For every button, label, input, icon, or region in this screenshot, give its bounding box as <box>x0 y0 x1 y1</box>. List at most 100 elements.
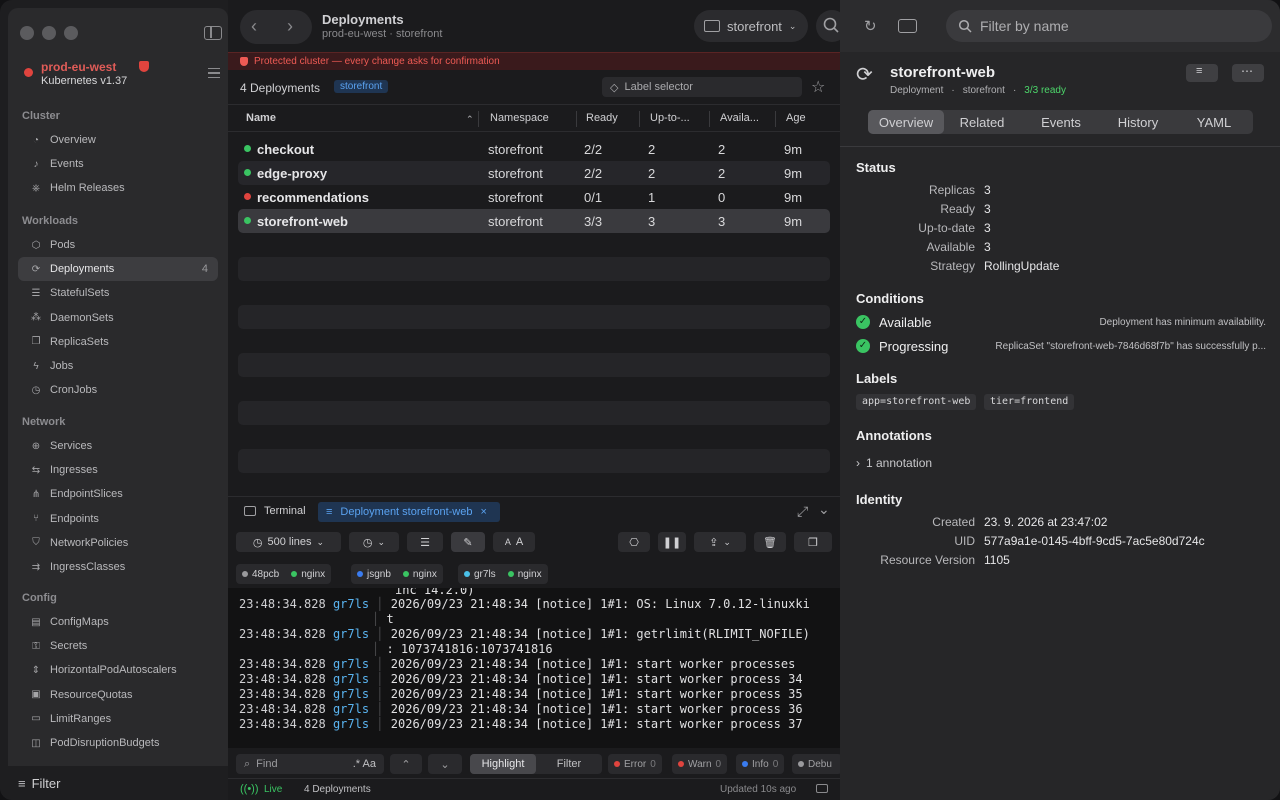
sidebar-item-resourcequotas[interactable]: ▣ ResourceQuotas <box>18 683 218 707</box>
collapse-panel-icon[interactable]: ⌄ <box>818 501 830 518</box>
column-ready[interactable]: Ready <box>586 112 618 124</box>
pod-chip[interactable]: gr7ls nginx <box>458 564 548 584</box>
annotations-toggle[interactable]: › 1 annotation <box>856 456 932 470</box>
log-output[interactable]: inc 14.2.0) 23:48:34.828 gr7ls │ 2026/09/… <box>228 588 840 748</box>
context-menu-icon[interactable] <box>208 68 220 78</box>
filter-by-name-input[interactable]: Filter by name <box>946 10 1272 42</box>
log-pod[interactable]: gr7ls <box>333 687 369 701</box>
tab-overview[interactable]: Overview <box>868 110 944 134</box>
close-tab-icon[interactable]: × <box>480 506 486 518</box>
highlight-mode-button[interactable]: Highlight <box>470 754 536 774</box>
level-filter-debu[interactable]: Debu <box>792 754 842 774</box>
sort-ascending-icon[interactable]: ⌃ <box>466 114 474 125</box>
sidebar-item-poddisruptionbudgets[interactable]: ◫ PodDisruptionBudgets <box>18 731 218 755</box>
sidebar-item-horizontalpodautoscalers[interactable]: ⇕ HorizontalPodAutoscalers <box>18 658 218 682</box>
sidebar-item-replicasets[interactable]: ❐ ReplicaSets <box>18 330 218 354</box>
favorite-star-icon[interactable]: ☆ <box>811 77 825 97</box>
font-smaller-button[interactable]: A <box>505 537 511 547</box>
tab-deployment-logs[interactable]: ≡ Deployment storefront-web × <box>318 502 500 522</box>
column-available[interactable]: Availa... <box>720 112 759 124</box>
close-window-button[interactable] <box>20 26 34 40</box>
sidebar-item-limitranges[interactable]: ▭ LimitRanges <box>18 707 218 731</box>
log-pod[interactable]: gr7ls <box>333 672 369 686</box>
font-larger-button[interactable]: A <box>516 536 523 548</box>
bookmark-button[interactable]: ⎔ <box>618 532 650 552</box>
sidebar-item-statefulsets[interactable]: ☰ StatefulSets <box>18 281 218 305</box>
column-uptodate[interactable]: Up-to-... <box>650 112 690 124</box>
tab-terminal[interactable]: Terminal <box>244 505 306 517</box>
sidebar-item-jobs[interactable]: ϟ Jobs <box>18 354 218 378</box>
pod-chip[interactable]: jsgnb nginx <box>351 564 443 584</box>
logs-view-button[interactable]: ≡ <box>1186 64 1218 82</box>
log-pod[interactable]: gr7ls <box>333 657 369 671</box>
sidebar-item-secrets[interactable]: ⚿ Secrets <box>18 634 218 658</box>
tab-history[interactable]: History <box>1100 110 1176 134</box>
namespace-pill[interactable]: storefront <box>334 80 389 93</box>
pause-button[interactable]: ❚❚ <box>658 532 686 552</box>
forward-icon[interactable]: › <box>287 16 293 37</box>
log-pod[interactable]: gr7ls <box>333 702 369 716</box>
pod-chip[interactable]: 48pcb nginx <box>236 564 332 584</box>
copy-logs-button[interactable]: ❐ <box>794 532 832 552</box>
inspector-toggle-icon[interactable] <box>898 19 917 33</box>
sidebar-item-helm-releases[interactable]: ⎈ Helm Releases <box>18 176 218 200</box>
regex-case-toggles[interactable]: .* Aa <box>353 758 376 770</box>
tab-events[interactable]: Events <box>1022 110 1100 134</box>
wrap-lines-button[interactable]: ☰ <box>407 532 443 552</box>
log-pod[interactable]: gr7ls <box>333 627 369 641</box>
clear-logs-button[interactable]: 🗑 <box>754 532 786 552</box>
level-filter-error[interactable]: Error 0 <box>608 754 662 774</box>
find-previous-button[interactable]: ⌃ <box>390 754 422 774</box>
refresh-icon[interactable]: ↻ <box>864 17 877 35</box>
sidebar-item-daemonsets[interactable]: ⁂ DaemonSets <box>18 306 218 330</box>
log-pod[interactable]: gr7ls <box>333 597 369 611</box>
sidebar-item-endpoints[interactable]: ⑂ Endpoints <box>18 507 218 531</box>
sidebar-item-endpointslices[interactable]: ⋔ EndpointSlices <box>18 482 218 506</box>
inbox-icon[interactable] <box>816 784 828 793</box>
sidebar-item-cronjobs[interactable]: ◷ CronJobs <box>18 378 218 402</box>
log-pod[interactable]: gr7ls <box>333 717 369 731</box>
sidebar-item-ingresses[interactable]: ⇆ Ingresses <box>18 458 218 482</box>
column-namespace[interactable]: Namespace <box>490 112 549 124</box>
sidebar-item-events[interactable]: ♪ Events <box>18 152 218 176</box>
sidebar-filter[interactable]: ≡ Filter <box>0 766 228 800</box>
column-name[interactable]: Name <box>246 112 276 124</box>
level-filter-info[interactable]: Info 0 <box>736 754 785 774</box>
sidebar-item-pods[interactable]: ⬡ Pods <box>18 233 218 257</box>
find-next-button[interactable]: ⌄ <box>428 754 462 774</box>
highlight-tool-button[interactable]: ✎ <box>451 532 485 552</box>
column-age[interactable]: Age <box>786 112 806 124</box>
minimize-window-button[interactable] <box>42 26 56 40</box>
doc-icon: ▤ <box>31 616 41 628</box>
find-input[interactable]: ⌕ Find .* Aa <box>236 754 384 774</box>
sidebar-item-ingressclasses[interactable]: ⇉ IngressClasses <box>18 555 218 579</box>
sidebar-item-deployments[interactable]: ⟳ Deployments 4 <box>18 257 218 282</box>
sidebar-item-networkpolicies[interactable]: ⛉ NetworkPolicies <box>18 531 218 555</box>
sidebar-item-label: Helm Releases <box>50 182 125 195</box>
table-row[interactable]: recommendations storefront 0/1 1 0 9m <box>238 185 830 209</box>
tab-related[interactable]: Related <box>944 110 1020 134</box>
filter-mode-button[interactable]: Filter <box>536 754 602 774</box>
more-actions-button[interactable]: ⋯ <box>1232 64 1264 82</box>
table-row[interactable]: storefront-web storefront 3/3 3 3 9m <box>238 209 830 233</box>
time-range-select[interactable]: ◷ ⌄ <box>349 532 399 552</box>
expand-panel-icon[interactable]: ⤢ <box>797 503 808 520</box>
lines-limit-select[interactable]: ◷ 500 lines ⌄ <box>236 532 341 552</box>
sidebar-item-services[interactable]: ⊕ Services <box>18 434 218 458</box>
table-row[interactable]: edge-proxy storefront 2/2 2 2 9m <box>238 161 830 185</box>
tab-yaml[interactable]: YAML <box>1176 110 1252 134</box>
namespace-selector[interactable]: storefront ⌄ <box>694 10 808 42</box>
label-chip[interactable]: tier=frontend <box>984 394 1075 410</box>
back-icon[interactable]: ‹ <box>251 16 257 37</box>
identity-value-uid[interactable]: 577a9a1e-0145-4bff-9cd5-7ac5e80d724c <box>984 534 1205 548</box>
zoom-window-button[interactable] <box>64 26 78 40</box>
table-row[interactable]: checkout storefront 2/2 2 2 9m <box>238 137 830 161</box>
label-selector-input[interactable]: ◇ Label selector <box>602 77 802 97</box>
sidebar-item-configmaps[interactable]: ▤ ConfigMaps <box>18 610 218 634</box>
share-menu-button[interactable]: ⇪ ⌄ <box>694 532 746 552</box>
level-filter-warn[interactable]: Warn 0 <box>672 754 728 774</box>
cluster-context[interactable]: prod-eu-west Kubernetes v1.37 <box>24 60 224 98</box>
sidebar-item-overview[interactable]: ◔ Overview <box>18 128 218 152</box>
sidebar-toggle-icon[interactable] <box>204 26 222 40</box>
label-chip[interactable]: app=storefront-web <box>856 394 977 410</box>
